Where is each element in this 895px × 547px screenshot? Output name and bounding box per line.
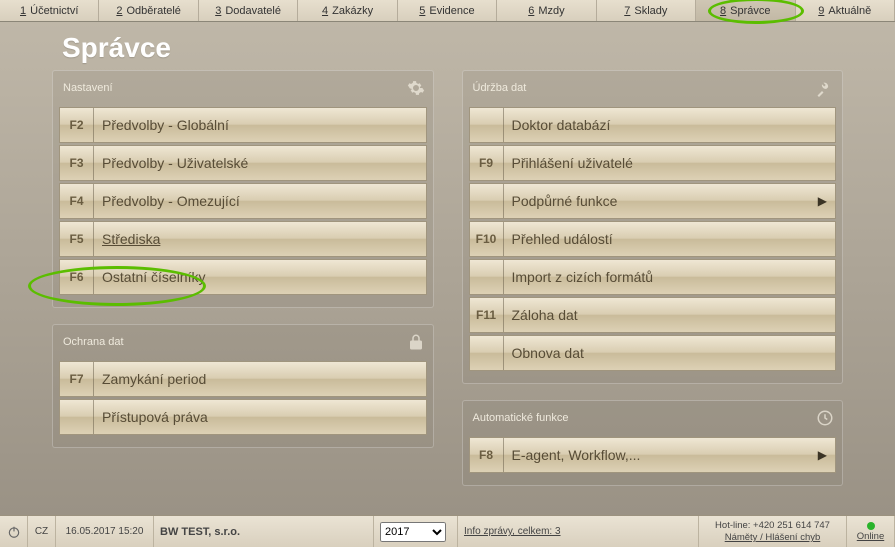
year-selector[interactable]: 2017 [374,516,458,547]
panel-nastaveni-title: Nastavení [63,82,113,94]
panel-auto-title: Automatické funkce [473,412,569,424]
btn-eagent-workflow[interactable]: F8E-agent, Workflow,...▶ [469,437,837,473]
datetime-display: 16.05.2017 15:20 [56,516,154,547]
btn-predvolby-omezujici[interactable]: F4Předvolby - Omezující [59,183,427,219]
btn-strediska[interactable]: F5Střediska [59,221,427,257]
menu-zakazky[interactable]: 4Zakázky [298,0,397,21]
panel-udrzba-dat: Údržba dat Doktor databází F9Přihlášení … [462,70,844,384]
menu-sklady[interactable]: 7Sklady [597,0,696,21]
power-button[interactable] [0,516,28,547]
btn-ostatni-ciselniky[interactable]: F6Ostatní číselníky [59,259,427,295]
btn-prehled-udalosti[interactable]: F10Přehled událostí [469,221,837,257]
main-menu: 1Účetnictví 2Odběratelé 3Dodavatelé 4Zak… [0,0,895,22]
lock-icon [407,333,425,351]
menu-spravce[interactable]: 8Správce [696,0,795,21]
menu-mzdy[interactable]: 6Mzdy [497,0,596,21]
status-bar: CZ 16.05.2017 15:20 BW TEST, s.r.o. 2017… [0,515,895,547]
btn-predvolby-uzivatelske[interactable]: F3Předvolby - Uživatelské [59,145,427,181]
panel-ochrana-title: Ochrana dat [63,336,124,348]
clock-icon [816,409,834,427]
online-indicator-icon [867,522,875,530]
info-messages[interactable]: Info zprávy, celkem: 3 [458,516,699,547]
language-indicator[interactable]: CZ [28,516,56,547]
btn-predvolby-globalni[interactable]: F2Předvolby - Globální [59,107,427,143]
panel-automaticke-funkce: Automatické funkce F8E-agent, Workflow,.… [462,400,844,486]
company-name[interactable]: BW TEST, s.r.o. [154,516,374,547]
panel-udrzba-title: Údržba dat [473,82,527,94]
main-area: Správce Nastavení F2Předvolby - Globální… [0,22,895,515]
year-select[interactable]: 2017 [380,522,446,542]
menu-odberatele[interactable]: 2Odběratelé [99,0,198,21]
panel-nastaveni: Nastavení F2Předvolby - Globální F3Předv… [52,70,434,308]
chevron-right-icon: ▶ [818,194,827,208]
btn-pristupova-prava[interactable]: Přístupová práva [59,399,427,435]
btn-import-z-cizich[interactable]: Import z cizích formátů [469,259,837,295]
btn-podpurne-funkce[interactable]: Podpůrné funkce▶ [469,183,837,219]
hotline-info: Hot-line: +420 251 614 747 Náměty / Hláš… [699,516,847,547]
panel-ochrana-dat: Ochrana dat F7Zamykání period Přístupová… [52,324,434,448]
feedback-link[interactable]: Náměty / Hlášení chyb [725,532,821,543]
tools-icon [816,79,834,97]
connection-status[interactable]: Online [847,516,895,547]
gear-icon [407,79,425,97]
btn-prihlaseni-uzivatele[interactable]: F9Přihlášení uživatelé [469,145,837,181]
menu-evidence[interactable]: 5Evidence [398,0,497,21]
menu-dodavatle[interactable]: 3Dodavatelé [199,0,298,21]
menu-aktualne[interactable]: 9Aktuálně [796,0,895,21]
btn-doktor-databazi[interactable]: Doktor databází [469,107,837,143]
btn-zamykani-period[interactable]: F7Zamykání period [59,361,427,397]
menu-ucetnictvi[interactable]: 1Účetnictví [0,0,99,21]
chevron-right-icon: ▶ [818,448,827,462]
btn-obnova-dat[interactable]: Obnova dat [469,335,837,371]
page-title: Správce [62,32,883,64]
btn-zaloha-dat[interactable]: F11Záloha dat [469,297,837,333]
